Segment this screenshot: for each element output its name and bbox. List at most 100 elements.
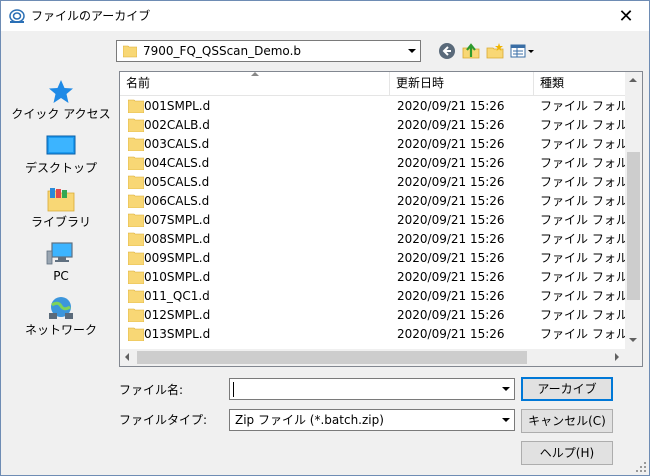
back-icon[interactable] <box>437 41 457 61</box>
file-type: ファイル フォルダー <box>540 156 626 170</box>
scroll-left-icon[interactable] <box>125 353 129 361</box>
file-date: 2020/09/21 15:26 <box>397 99 505 113</box>
file-name: 010SMPL.d <box>144 270 211 284</box>
file-name: 013SMPL.d <box>144 327 211 341</box>
help-button[interactable]: ヘルプ(H) <box>521 441 613 465</box>
scroll-up-icon[interactable] <box>629 78 637 82</box>
file-type: ファイル フォルダー <box>540 213 626 227</box>
folder-icon <box>128 156 144 170</box>
file-date: 2020/09/21 15:26 <box>397 175 505 189</box>
table-row[interactable]: 009SMPL.d 2020/09/21 15:26 ファイル フォルダー <box>120 249 626 268</box>
file-date: 2020/09/21 15:26 <box>397 308 505 322</box>
place-quick-access[interactable]: クイック アクセス <box>9 73 113 127</box>
vertical-scroll-thumb[interactable] <box>627 152 640 300</box>
filetype-label: ファイルタイプ: <box>119 413 208 427</box>
file-date: 2020/09/21 15:26 <box>397 232 505 246</box>
table-row[interactable]: 004CALS.d 2020/09/21 15:26 ファイル フォルダー <box>120 154 626 173</box>
file-date: 2020/09/21 15:26 <box>397 156 505 170</box>
file-name: 003CALS.d <box>144 137 210 151</box>
table-row[interactable]: 013SMPL.d 2020/09/21 15:26 ファイル フォルダー <box>120 325 626 344</box>
folder-icon <box>123 45 137 58</box>
place-label: ネットワーク <box>24 323 97 337</box>
filetype-select[interactable]: Zip ファイル (*.batch.zip) <box>229 409 515 431</box>
file-name: 006CALS.d <box>144 194 210 208</box>
location-value: 7900_FQ_QSScan_Demo.b <box>143 44 301 58</box>
close-icon: ✕ <box>618 5 634 27</box>
places-bar: クイック アクセス デスクトップ ライブラリ PC ネットワーク <box>9 71 113 351</box>
table-row[interactable]: 010SMPL.d 2020/09/21 15:26 ファイル フォルダー <box>120 268 626 287</box>
title-bar: ファイルのアーカイブ ✕ <box>1 1 649 31</box>
desktop-icon <box>46 135 76 155</box>
file-type: ファイル フォルダー <box>540 327 626 341</box>
star-icon <box>49 80 73 103</box>
chevron-down-icon <box>501 387 510 391</box>
folder-icon <box>128 194 144 208</box>
folder-icon <box>128 118 144 132</box>
app-icon <box>9 9 25 23</box>
table-row[interactable]: 006CALS.d 2020/09/21 15:26 ファイル フォルダー <box>120 192 626 211</box>
table-row[interactable]: 005CALS.d 2020/09/21 15:26 ファイル フォルダー <box>120 173 626 192</box>
up-folder-icon[interactable] <box>461 41 481 61</box>
file-name: 007SMPL.d <box>144 213 211 227</box>
file-type: ファイル フォルダー <box>540 289 626 303</box>
place-library[interactable]: ライブラリ <box>9 181 113 235</box>
column-header-date[interactable]: 更新日時 <box>390 72 533 95</box>
view-menu-icon[interactable] <box>509 41 535 61</box>
close-button[interactable]: ✕ <box>603 1 649 31</box>
table-row[interactable]: 002CALB.d 2020/09/21 15:26 ファイル フォルダー <box>120 116 626 135</box>
file-date: 2020/09/21 15:26 <box>397 327 505 341</box>
table-row[interactable]: 008SMPL.d 2020/09/21 15:26 ファイル フォルダー <box>120 230 626 249</box>
table-row[interactable]: 012SMPL.d 2020/09/21 15:26 ファイル フォルダー <box>120 306 626 325</box>
text-caret <box>233 382 234 397</box>
scroll-right-icon[interactable] <box>615 353 619 361</box>
place-desktop[interactable]: デスクトップ <box>9 127 113 181</box>
file-type: ファイル フォルダー <box>540 175 626 189</box>
table-row[interactable]: 003CALS.d 2020/09/21 15:26 ファイル フォルダー <box>120 135 626 154</box>
folder-icon <box>128 270 144 284</box>
file-date: 2020/09/21 15:26 <box>397 137 505 151</box>
file-type: ファイル フォルダー <box>540 137 626 151</box>
place-label: PC <box>53 269 69 283</box>
file-date: 2020/09/21 15:26 <box>397 118 505 132</box>
file-type: ファイル フォルダー <box>540 232 626 246</box>
network-icon <box>49 297 73 319</box>
filetype-dropdown-button[interactable] <box>497 410 514 430</box>
place-network[interactable]: ネットワーク <box>9 289 113 343</box>
folder-icon <box>128 175 144 189</box>
file-name: 009SMPL.d <box>144 251 211 265</box>
place-label: ライブラリ <box>30 215 91 229</box>
table-row[interactable]: 007SMPL.d 2020/09/21 15:26 ファイル フォルダー <box>120 211 626 230</box>
place-pc[interactable]: PC <box>9 235 113 289</box>
archive-dialog: ファイルのアーカイブ ✕ 7900_FQ_QSScan_Demo.b クイック … <box>0 0 650 476</box>
horizontal-scroll-thumb[interactable] <box>137 351 527 364</box>
file-date: 2020/09/21 15:26 <box>397 194 505 208</box>
column-header-type[interactable]: 種類 <box>534 72 626 95</box>
file-name: 005CALS.d <box>144 175 210 189</box>
table-row[interactable]: 001SMPL.d 2020/09/21 15:26 ファイル フォルダー <box>120 97 626 116</box>
scroll-down-icon[interactable] <box>629 338 637 342</box>
file-type: ファイル フォルダー <box>540 99 626 113</box>
file-date: 2020/09/21 15:26 <box>397 270 505 284</box>
filename-label: ファイル名: <box>119 383 184 397</box>
new-folder-icon[interactable] <box>485 41 505 61</box>
location-dropdown-button[interactable] <box>403 41 420 61</box>
horizontal-scrollbar[interactable] <box>120 349 626 366</box>
cancel-button[interactable]: キャンセル(C) <box>521 409 613 433</box>
location-combo[interactable]: 7900_FQ_QSScan_Demo.b <box>116 40 421 62</box>
file-date: 2020/09/21 15:26 <box>397 289 505 303</box>
vertical-scrollbar[interactable] <box>625 72 642 349</box>
table-row[interactable]: 011_QC1.d 2020/09/21 15:26 ファイル フォルダー <box>120 287 626 306</box>
file-name: 012SMPL.d <box>144 308 211 322</box>
resize-grip-icon[interactable] <box>636 462 646 472</box>
archive-button[interactable]: アーカイブ <box>521 377 613 401</box>
file-date: 2020/09/21 15:26 <box>397 213 505 227</box>
file-type: ファイル フォルダー <box>540 308 626 322</box>
window-title: ファイルのアーカイブ <box>31 9 151 23</box>
folder-icon <box>128 232 144 246</box>
filename-input[interactable] <box>229 378 515 400</box>
pc-icon <box>46 242 73 265</box>
filename-dropdown-button[interactable] <box>497 379 514 399</box>
column-header-name[interactable]: 名前 <box>120 72 390 95</box>
file-name: 011_QC1.d <box>144 289 210 303</box>
file-name: 002CALB.d <box>144 118 210 132</box>
